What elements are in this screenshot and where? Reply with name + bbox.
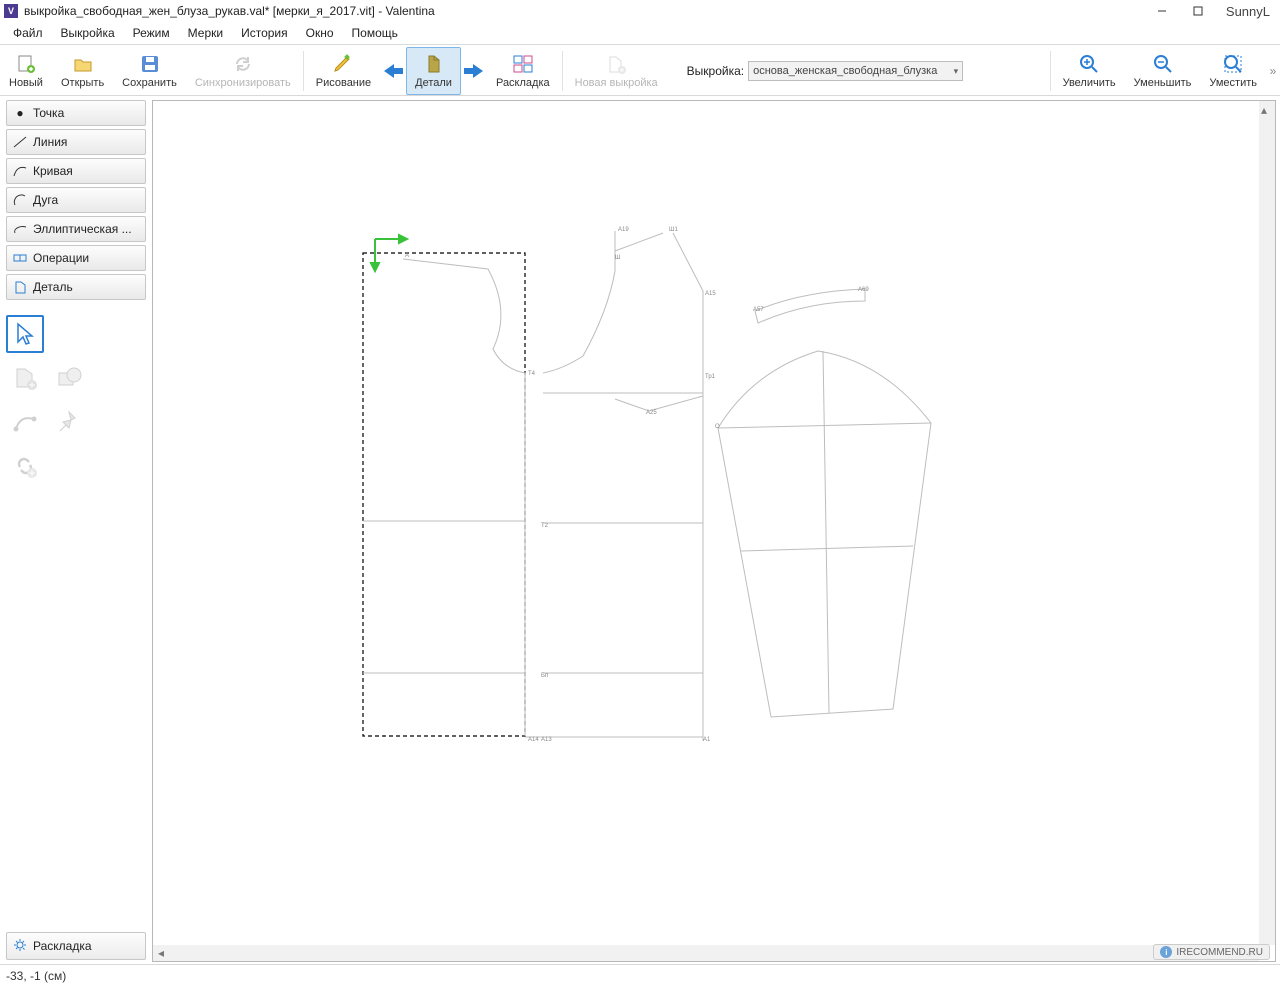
- pt-label: А1: [703, 737, 710, 743]
- new-pattern-icon: [605, 53, 627, 75]
- new-pattern-button: Новая выкройка: [566, 47, 667, 95]
- pt-label: А57: [753, 307, 764, 313]
- menu-pattern[interactable]: Выкройка: [52, 24, 124, 42]
- tool-arc[interactable]: Дуга: [6, 187, 146, 213]
- prev-arrow-icon[interactable]: [380, 47, 406, 95]
- pattern-dropdown[interactable]: основа_женская_свободная_блузка ▾: [748, 61, 963, 81]
- pt-label: Т4: [528, 371, 535, 377]
- point-icon: ●: [13, 106, 27, 120]
- tool-elliptical[interactable]: Эллиптическая ...: [6, 216, 146, 242]
- pt-label: Ш: [615, 255, 621, 261]
- tool-path: [6, 403, 44, 441]
- pt-label: А19: [618, 227, 629, 233]
- tool-union: [50, 359, 88, 397]
- pt-label: А: [405, 253, 409, 259]
- layout-mode-button[interactable]: Раскладка: [487, 47, 559, 95]
- zoom-fit-icon: [1222, 53, 1244, 75]
- menu-mode[interactable]: Режим: [124, 24, 179, 42]
- tb-label: Новый: [9, 77, 43, 89]
- info-icon: i: [1160, 946, 1172, 958]
- pt-label: А25: [646, 410, 657, 416]
- next-arrow-icon[interactable]: [461, 47, 487, 95]
- menu-help[interactable]: Помощь: [343, 24, 407, 42]
- minimize-button[interactable]: [1144, 0, 1180, 22]
- tool-detail[interactable]: Деталь: [6, 274, 146, 300]
- tool-point[interactable]: ● Точка: [6, 100, 146, 126]
- pt-label: Бп: [541, 673, 548, 679]
- sidebar-bottom-layout[interactable]: Раскладка: [6, 932, 146, 960]
- watermark: i IRECOMMEND.RU: [1153, 944, 1270, 960]
- gear-icon: [13, 938, 27, 955]
- titlebar: V выкройка_свободная_жен_блуза_рукав.val…: [0, 0, 1280, 22]
- operations-icon: [13, 251, 27, 265]
- layout-icon: [512, 53, 534, 75]
- tool-cursor[interactable]: [6, 315, 44, 353]
- pt-label: А69: [858, 287, 869, 293]
- maximize-button[interactable]: [1180, 0, 1216, 22]
- username-label: SunnyL: [1226, 4, 1270, 19]
- pattern-label: Выкройка:: [687, 64, 744, 78]
- main-area: ● Точка Линия Кривая Дуга Эллиптическая …: [0, 96, 1280, 964]
- new-icon: [15, 53, 37, 75]
- menu-file[interactable]: Файл: [4, 24, 52, 42]
- toolbar-overflow[interactable]: »: [1266, 64, 1280, 78]
- open-icon: [72, 53, 94, 75]
- zoom-fit-button[interactable]: Уместить: [1200, 47, 1266, 95]
- drawing-canvas[interactable]: А19 Ш1 Ш А15 А69 А57 Тр1 Т4 А25 Т2 А14 А…: [152, 100, 1276, 962]
- scroll-left-icon[interactable]: ◂: [153, 946, 169, 960]
- detail-icon: [13, 280, 27, 294]
- details-mode-button[interactable]: Детали: [406, 47, 461, 95]
- tool-link: [6, 447, 44, 485]
- save-button[interactable]: Сохранить: [113, 47, 186, 95]
- arc-icon: [13, 193, 27, 207]
- tool-pin: [50, 403, 88, 441]
- curve-icon: [13, 164, 27, 178]
- sync-icon: [232, 53, 254, 75]
- pt-label: А15: [705, 291, 716, 297]
- zoom-out-button[interactable]: Уменьшить: [1125, 47, 1201, 95]
- tool-curve[interactable]: Кривая: [6, 158, 146, 184]
- ellipse-icon: [13, 222, 27, 236]
- pattern-drawing: [153, 101, 1253, 901]
- open-button[interactable]: Открыть: [52, 47, 113, 95]
- menu-history[interactable]: История: [232, 24, 297, 42]
- zoom-in-icon: [1078, 53, 1100, 75]
- tool-line[interactable]: Линия: [6, 129, 146, 155]
- main-toolbar: Новый Открыть Сохранить Синхронизировать: [0, 44, 1280, 96]
- pt-label: А13: [541, 737, 552, 743]
- tool-operations[interactable]: Операции: [6, 245, 146, 271]
- pt-label: Т2: [541, 523, 548, 529]
- zoom-out-icon: [1152, 53, 1174, 75]
- pt-label: Тр1: [705, 374, 715, 380]
- details-icon: [423, 53, 445, 75]
- save-icon: [139, 53, 161, 75]
- draw-mode-button[interactable]: Рисование: [307, 47, 380, 95]
- pt-label: Ш1: [669, 227, 678, 233]
- zoom-in-button[interactable]: Увеличить: [1054, 47, 1125, 95]
- new-button[interactable]: Новый: [0, 47, 52, 95]
- pt-label: А14: [528, 737, 539, 743]
- line-icon: [13, 135, 27, 149]
- pattern-selector: Выкройка: основа_женская_свободная_блузк…: [687, 61, 963, 81]
- app-icon: V: [4, 4, 18, 18]
- detail-tool-grid: [6, 315, 146, 485]
- tool-add-detail: [6, 359, 44, 397]
- pt-label: О: [715, 424, 720, 430]
- cursor-coordinates: -33, -1 (см): [6, 969, 66, 983]
- statusbar: -33, -1 (см): [0, 964, 1280, 986]
- vertical-scrollbar[interactable]: ▴: [1259, 101, 1275, 945]
- horizontal-scrollbar[interactable]: ◂ ▸: [153, 945, 1259, 961]
- tool-sidebar: ● Точка Линия Кривая Дуга Эллиптическая …: [0, 96, 152, 964]
- menubar: Файл Выкройка Режим Мерки История Окно П…: [0, 22, 1280, 44]
- scroll-up-icon[interactable]: ▴: [1261, 103, 1273, 115]
- sync-button: Синхронизировать: [186, 47, 300, 95]
- window-title: выкройка_свободная_жен_блуза_рукав.val* …: [24, 4, 435, 18]
- chevron-down-icon: ▾: [954, 66, 959, 77]
- pencil-icon: [332, 53, 354, 75]
- menu-measures[interactable]: Мерки: [179, 24, 232, 42]
- menu-window[interactable]: Окно: [297, 24, 343, 42]
